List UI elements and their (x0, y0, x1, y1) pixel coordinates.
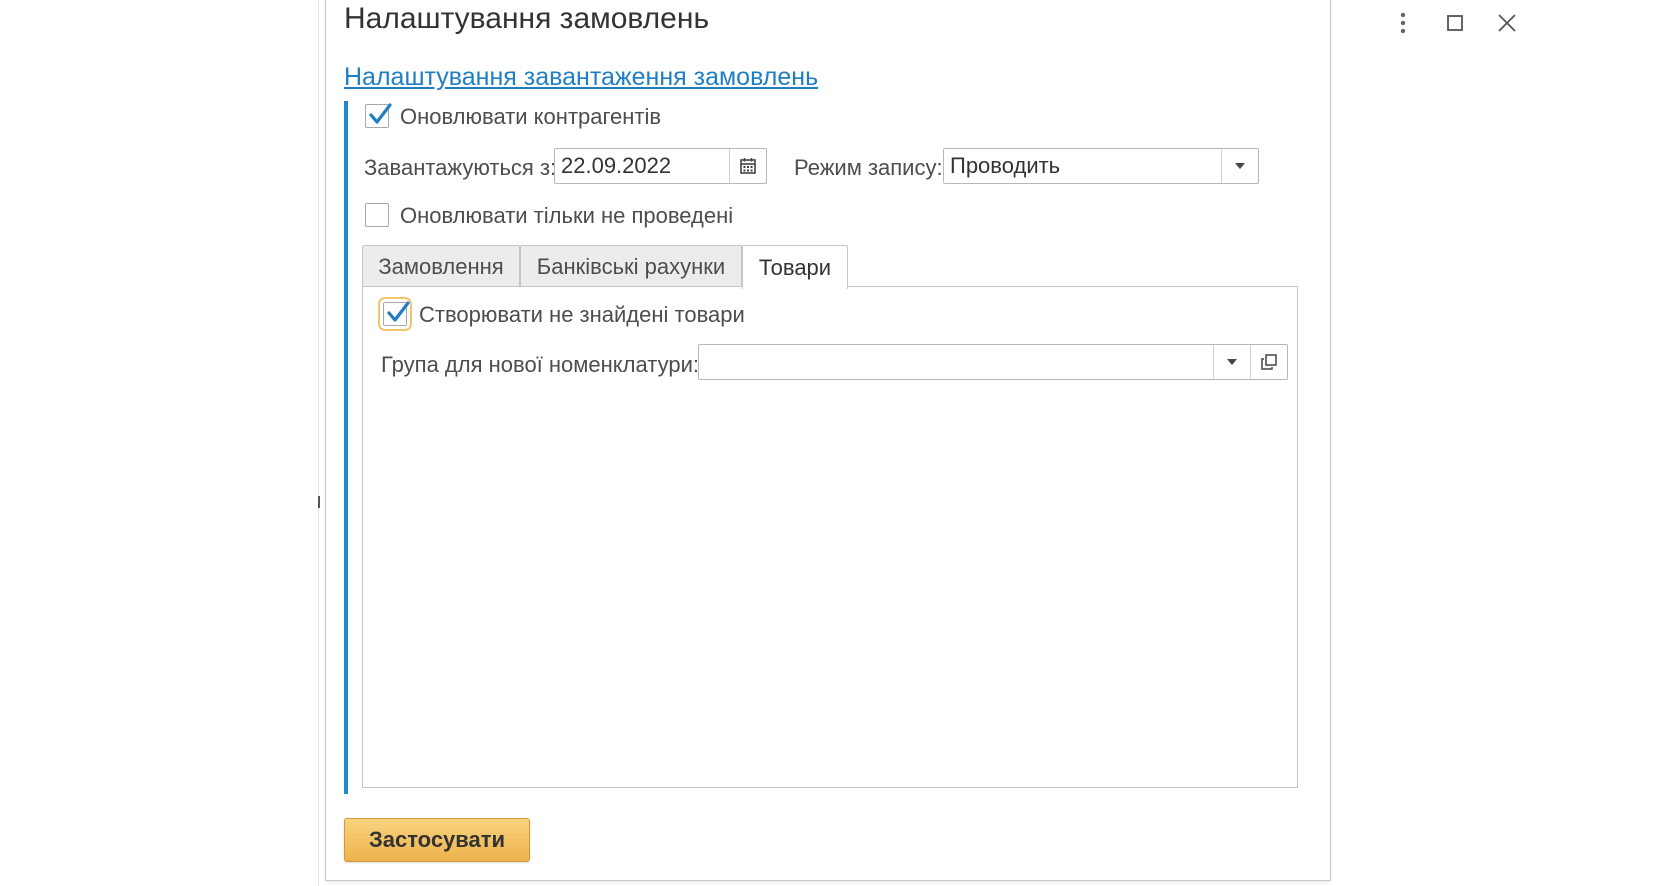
settings-dialog: Налаштування замовлень Налаштування зава… (325, 0, 1516, 881)
apply-button[interactable]: Застосувати (344, 818, 530, 862)
loaded-from-label: Завантажуються з: (364, 155, 557, 180)
calendar-button[interactable] (729, 149, 766, 183)
section-group-bar (344, 101, 348, 794)
checkmark-icon (369, 103, 392, 124)
more-actions-button[interactable] (1388, 8, 1418, 38)
update-counterparties-label: Оновлювати контрагентів (400, 104, 662, 129)
checkmark-icon (387, 301, 410, 322)
new-items-group-dropdown-button[interactable] (1213, 345, 1250, 379)
maximize-button[interactable] (1440, 8, 1470, 38)
new-items-group-label: Група для нової номенклатури: (381, 352, 699, 377)
background-window-edge (318, 0, 319, 886)
tab-bank-accounts[interactable]: Банківські рахунки (520, 245, 742, 287)
write-mode-select[interactable]: Проводить (943, 148, 1259, 184)
update-only-unposted-checkbox[interactable] (365, 203, 389, 227)
dialog-title: Налаштування замовлень (344, 2, 710, 35)
maximize-icon (1447, 15, 1463, 31)
new-items-group-open-button[interactable] (1250, 345, 1287, 379)
create-missing-goods-checkbox[interactable] (378, 297, 412, 331)
write-mode-value: Проводить (950, 153, 1061, 178)
chevron-down-icon (1235, 163, 1245, 169)
close-button[interactable] (1492, 8, 1522, 38)
tab-goods[interactable]: Товари (742, 245, 848, 289)
chevron-down-icon (1227, 359, 1237, 365)
background-window-marker (318, 496, 320, 508)
load-settings-section-link[interactable]: Налаштування завантаження замовлень (344, 63, 818, 92)
screen: Налаштування замовлень Налаштування зава… (0, 0, 1661, 886)
close-icon (1498, 14, 1516, 32)
update-only-unposted-label: Оновлювати тільки не проведені (400, 203, 734, 228)
loaded-from-date-value: 22.09.2022 (561, 153, 672, 178)
open-in-window-icon (1261, 354, 1277, 370)
loaded-from-date-field[interactable]: 22.09.2022 (554, 148, 767, 184)
write-mode-dropdown-button[interactable] (1221, 149, 1258, 183)
create-missing-goods-label: Створювати не знайдені товари (419, 302, 745, 327)
calendar-icon (740, 158, 756, 174)
goods-tab-panel: Створювати не знайдені товари Група для … (362, 286, 1298, 788)
more-vertical-icon (1400, 12, 1406, 34)
write-mode-label: Режим запису: (794, 155, 943, 180)
new-items-group-field[interactable] (698, 344, 1288, 380)
update-counterparties-checkbox[interactable] (365, 103, 392, 128)
tab-orders[interactable]: Замовлення (362, 245, 520, 287)
